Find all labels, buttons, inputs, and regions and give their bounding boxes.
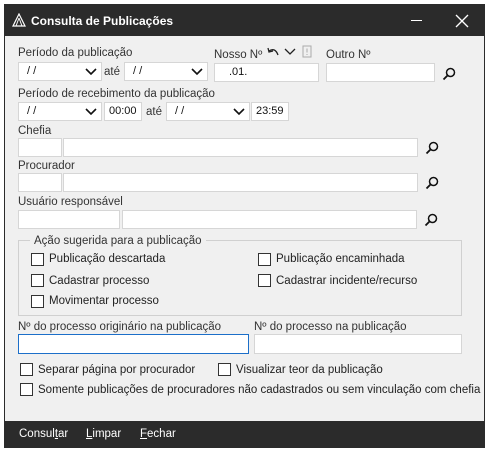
checkbox-separar-pagina[interactable] — [20, 363, 33, 376]
recebimento-time-from[interactable]: 00:00 — [104, 102, 142, 121]
checkbox-publicacao-encaminhada[interactable] — [258, 253, 271, 266]
recebimento-from-value: / / — [27, 105, 37, 117]
checkbox-cadastrar-processo[interactable] — [31, 274, 44, 287]
processo-publicacao-field[interactable] — [254, 334, 462, 354]
usuario-code-field[interactable] — [18, 210, 120, 229]
recebimento-ate: até — [146, 106, 162, 118]
chefia-name-field[interactable] — [63, 138, 418, 157]
close-icon — [455, 14, 469, 28]
chevron-down-icon — [191, 68, 203, 76]
minimize-button[interactable] — [396, 5, 436, 36]
outro-numero-field[interactable] — [326, 63, 435, 82]
periodo-publicacao-label: Período da publicação — [18, 47, 133, 59]
recebimento-to-value: / / — [175, 105, 185, 117]
procurador-label: Procurador — [18, 160, 75, 172]
somente-publicacoes-label: Somente publicações de procuradores não … — [38, 384, 481, 396]
minimize-icon — [411, 20, 422, 21]
chefia-code-field[interactable] — [18, 138, 62, 157]
chevron-down-icon[interactable] — [284, 47, 296, 57]
fechar-button[interactable]: Fechar — [140, 428, 176, 440]
separar-pagina-label: Separar página por procurador — [38, 364, 196, 376]
footer-bar: Consultar Limpar Fechar — [5, 421, 484, 447]
window-title: Consulta de Publicações — [31, 14, 174, 28]
processo-originario-label: Nº do processo originário na publicação — [18, 321, 222, 333]
cadastrar-processo-label: Cadastrar processo — [49, 275, 150, 287]
usuario-name-field[interactable] — [122, 210, 417, 229]
title-bar: Consulta de Publicações — [5, 5, 484, 36]
processo-originario-field[interactable] — [18, 334, 249, 354]
periodo-publicacao-from-value: / / — [27, 65, 37, 77]
nosso-numero-field[interactable]: .01. — [214, 63, 319, 82]
chefia-label: Chefia — [18, 125, 52, 137]
chevron-down-icon — [85, 68, 97, 76]
usuario-label: Usuário responsável — [18, 196, 123, 208]
info-box-icon[interactable] — [302, 45, 312, 58]
periodo-publicacao-to-value: / / — [133, 65, 143, 77]
undo-arrow-icon[interactable] — [266, 46, 280, 58]
publicacao-encaminhada-label: Publicação encaminhada — [276, 253, 405, 265]
movimentar-processo-label: Movimentar processo — [49, 295, 159, 307]
acao-group-title: Ação sugerida para a publicação — [30, 235, 206, 247]
close-button[interactable] — [442, 5, 482, 36]
cadastrar-incidente-label: Cadastrar incidente/recurso — [276, 275, 418, 287]
periodo-publicacao-from-select[interactable]: / / — [18, 62, 102, 81]
search-icon[interactable] — [424, 175, 440, 191]
search-icon[interactable] — [424, 140, 440, 156]
publicacao-descartada-label: Publicação descartada — [49, 253, 166, 265]
recebimento-from-select[interactable]: / / — [18, 102, 102, 121]
search-icon[interactable] — [441, 66, 457, 82]
periodo-publicacao-ate: até — [104, 66, 120, 78]
checkbox-publicacao-descartada[interactable] — [31, 253, 44, 266]
checkbox-cadastrar-incidente[interactable] — [258, 274, 271, 287]
chevron-down-icon — [233, 108, 245, 116]
checkbox-movimentar-processo[interactable] — [31, 295, 44, 308]
limpar-button[interactable]: Limpar — [86, 428, 121, 440]
recebimento-time-to[interactable]: 23:59 — [251, 102, 289, 121]
periodo-publicacao-to-select[interactable]: / / — [124, 62, 208, 81]
nosso-numero-label: Nosso Nº — [214, 49, 263, 61]
procurador-name-field[interactable] — [63, 173, 418, 192]
dialog-window: Consulta de Publicações Período da publi… — [4, 4, 485, 448]
outro-numero-label: Outro Nº — [326, 49, 371, 61]
procurador-code-field[interactable] — [18, 173, 62, 192]
visualizar-teor-label: Visualizar teor da publicação — [236, 364, 383, 376]
processo-publicacao-label: Nº do processo na publicação — [254, 321, 407, 333]
recebimento-to-select[interactable]: / / — [166, 102, 250, 121]
search-icon[interactable] — [423, 212, 439, 228]
checkbox-somente-publicacoes[interactable] — [20, 383, 33, 396]
chevron-down-icon — [85, 108, 97, 116]
consultar-button[interactable]: Consultar — [19, 428, 68, 440]
checkbox-visualizar-teor[interactable] — [218, 363, 231, 376]
periodo-recebimento-label: Período de recebimento da publicação — [18, 88, 215, 100]
app-icon — [12, 13, 26, 27]
